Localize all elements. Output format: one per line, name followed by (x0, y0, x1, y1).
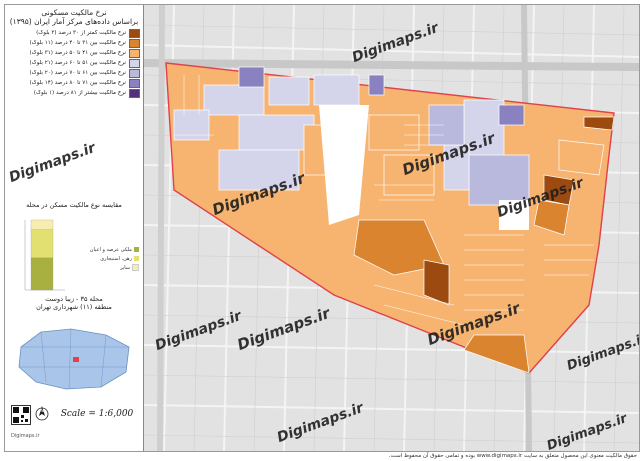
tenure-bar-segment (30, 229, 54, 258)
tenure-stack (30, 219, 54, 291)
legend-item-label: نرخ مالکیت بیشتر از ۸۱ درصد (۱ بلوک) (33, 90, 126, 96)
tenure-label: سایر (120, 264, 130, 271)
major-road-west (157, 5, 165, 451)
legend-item-label: نرخ مالکیت بین ۵۱ تا ۶۰ درصد (۲۱ بلوک) (29, 60, 126, 66)
footer-copyright: حقوق مالکیت معنوی این محصول متعلق به سای… (388, 453, 637, 459)
legend-swatch (129, 58, 140, 68)
district-name: منطقه (۱۱) شهرداری تهران (36, 303, 112, 311)
north-arrow: N (35, 403, 49, 423)
legend-title-line2: براساس داده‌های مرکز آمار ایران (۱۳۹۵) (9, 17, 139, 26)
legend-title: نرخ مالکیت مسکونی براساس داده‌های مرکز آ… (5, 5, 143, 26)
legend-swatch (129, 28, 140, 38)
legend-swatch (129, 88, 140, 98)
legend-item-label: نرخ مالکیت بین ۶۱ تا ۷۰ درصد (۲۰ بلوک) (29, 70, 126, 76)
map-frame: نرخ مالکیت مسکونی براساس داده‌های مرکز آ… (4, 4, 640, 452)
legend-swatch (129, 38, 140, 48)
tenure-swatch (132, 264, 139, 271)
legend-item: نرخ مالکیت بین ۷۱ تا ۸۰ درصد (۱۴ بلوک) (8, 78, 140, 88)
legend-item: نرخ مالکیت بین ۶۱ تا ۷۰ درصد (۲۰ بلوک) (8, 68, 140, 78)
location-caption: محله ۳۵ - زیبا دوست منطقه (۱۱) شهرداری ت… (5, 295, 143, 311)
tenure-bar-segment (30, 219, 54, 230)
tenure-chart: ملکی عرصه و اعیان رهن، استیجاری سایر (5, 215, 143, 295)
north-arrow-icon: N (35, 406, 49, 421)
scale-label: Scale = 1:6,000 (60, 409, 134, 419)
major-road-north (143, 59, 639, 71)
legend-item-label: نرخ مالکیت کمتر از ۳۰ درصد (۳ بلوک) (36, 30, 126, 36)
tenure-label: رهن، استیجاری (100, 255, 132, 262)
map-canvas[interactable] (143, 5, 639, 451)
svg-text:N: N (40, 408, 43, 414)
neighborhood-locator (73, 357, 79, 362)
legend-swatch (129, 68, 140, 78)
tenure-legend-item: رهن، استیجاری (67, 254, 139, 263)
qr-code (11, 405, 31, 425)
legend-item: نرخ مالکیت بین ۳۱ تا ۴۰ درصد (۱۱ بلوک) (8, 38, 140, 48)
legend-list: نرخ مالکیت کمتر از ۳۰ درصد (۳ بلوک) نرخ … (5, 28, 143, 98)
legend-panel: نرخ مالکیت مسکونی براساس داده‌های مرکز آ… (5, 5, 144, 451)
tenure-legend-item: ملکی عرصه و اعیان (67, 245, 139, 254)
tenure-bar-segment (30, 257, 54, 291)
neighborhood-name: محله ۳۵ - زیبا دوست (45, 295, 103, 303)
legend-item: نرخ مالکیت بین ۴۱ تا ۵۰ درصد (۳۱ بلوک) (8, 48, 140, 58)
credit-text: Digimaps.ir (11, 433, 40, 439)
tenure-title: مقایسه نوع مالکیت مسکن در محله (26, 201, 122, 209)
tenure-section: مقایسه نوع مالکیت مسکن در محله ملکی عرصه… (5, 201, 143, 295)
tenure-swatch (134, 247, 139, 252)
map-svg (143, 5, 639, 451)
tenure-legend: ملکی عرصه و اعیان رهن، استیجاری سایر (67, 245, 139, 272)
legend-item: نرخ مالکیت بین ۵۱ تا ۶۰ درصد (۲۱ بلوک) (8, 58, 140, 68)
legend-item-label: نرخ مالکیت بین ۷۱ تا ۸۰ درصد (۱۴ بلوک) (29, 80, 126, 86)
legend-swatch (129, 48, 140, 58)
legend-swatch (129, 78, 140, 88)
overview-map (11, 317, 137, 397)
legend-item: نرخ مالکیت کمتر از ۳۰ درصد (۳ بلوک) (8, 28, 140, 38)
legend-item: نرخ مالکیت بیشتر از ۸۱ درصد (۱ بلوک) (8, 88, 140, 98)
legend-item-label: نرخ مالکیت بین ۴۱ تا ۵۰ درصد (۳۱ بلوک) (29, 50, 126, 56)
tenure-label: ملکی عرصه و اعیان (89, 246, 132, 253)
legend-title-line1: نرخ مالکیت مسکونی (41, 8, 107, 17)
qr-code-icon (13, 407, 29, 423)
tenure-legend-item: سایر (67, 263, 139, 272)
legend-item-label: نرخ مالکیت بین ۳۱ تا ۴۰ درصد (۱۱ بلوک) (29, 40, 126, 46)
overview-map-svg (18, 328, 130, 390)
tenure-swatch (134, 256, 139, 261)
